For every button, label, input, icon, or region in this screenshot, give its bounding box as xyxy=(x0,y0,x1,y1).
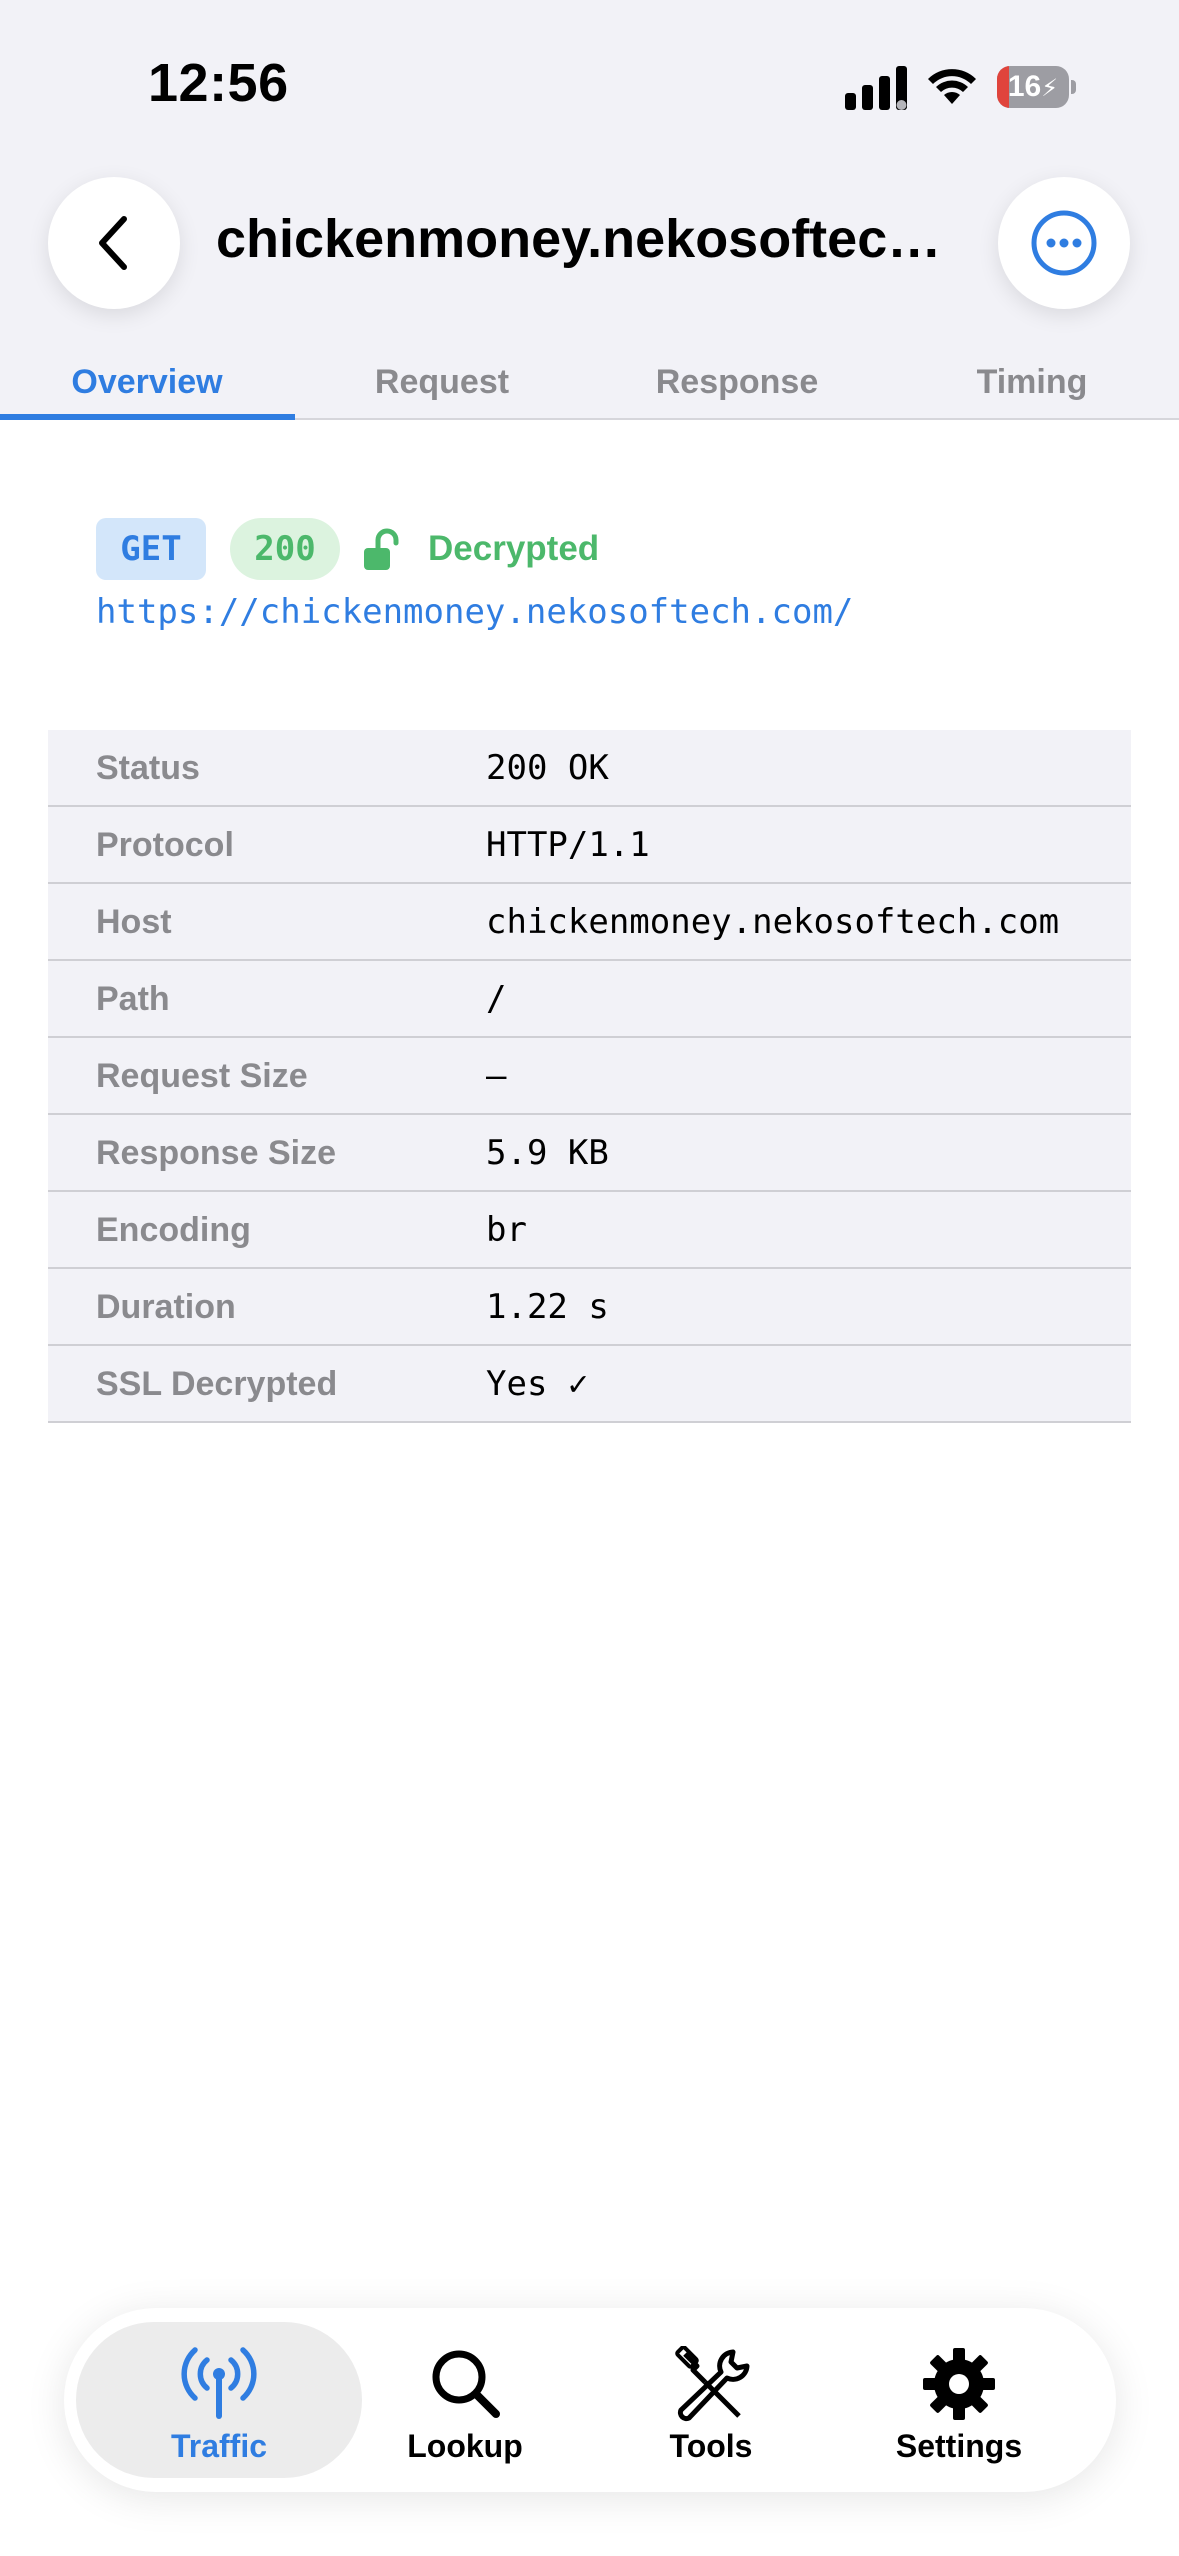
tools-icon xyxy=(675,2346,750,2422)
info-key: Response Size xyxy=(96,1134,336,1172)
tabbar-label: Settings xyxy=(895,2428,1023,2464)
search-icon xyxy=(432,2350,500,2418)
info-value: HTTP/1.1 xyxy=(486,825,650,865)
more-options-button[interactable] xyxy=(998,177,1130,309)
table-row: Host chickenmoney.nekosoftech.com xyxy=(48,884,1131,961)
tab-timing[interactable]: Timing xyxy=(885,340,1179,420)
info-key: Request Size xyxy=(96,1057,308,1095)
tabbar-item-settings[interactable]: Settings xyxy=(816,2322,1102,2478)
table-row: Duration 1.22 s xyxy=(48,1269,1131,1346)
table-row: Protocol HTTP/1.1 xyxy=(48,807,1131,884)
wifi-icon xyxy=(928,69,976,104)
status-code-badge: 200 xyxy=(230,518,340,580)
page-title: chickenmoney.nekosoftech.com xyxy=(216,209,966,269)
antenna-icon xyxy=(181,2347,257,2419)
info-value: 1.22 s xyxy=(486,1287,609,1327)
info-value: Yes ✓ xyxy=(486,1364,589,1404)
tabbar-item-lookup[interactable]: Lookup xyxy=(322,2322,608,2478)
info-key: Host xyxy=(96,903,172,941)
table-row: SSL Decrypted Yes ✓ xyxy=(48,1346,1131,1423)
status-time: 12:56 xyxy=(148,53,289,113)
request-url[interactable]: https://chickenmoney.nekosoftech.com/ xyxy=(96,592,853,632)
gear-icon xyxy=(923,2348,995,2420)
chevron-left-icon xyxy=(99,216,127,270)
info-key: Duration xyxy=(96,1288,236,1326)
bottom-tab-bar: Traffic Lookup Tools Settings xyxy=(64,2308,1116,2492)
info-value: 200 OK xyxy=(486,748,609,788)
tab-overview[interactable]: Overview xyxy=(0,340,294,420)
header-area: 12:56 16⚡ chickenmoney.nekosoftech.com O… xyxy=(0,0,1179,420)
tabbar-label: Traffic xyxy=(170,2428,268,2464)
ellipsis-circle-icon xyxy=(1031,210,1097,276)
info-value: — xyxy=(486,1056,507,1096)
method-badge: GET xyxy=(96,518,206,580)
info-key: Path xyxy=(96,980,170,1018)
info-value: chickenmoney.nekosoftech.com xyxy=(486,902,1060,942)
info-key: SSL Decrypted xyxy=(96,1365,338,1403)
unlocked-lock-icon xyxy=(364,528,399,570)
info-value: br xyxy=(486,1210,527,1250)
tabbar-item-traffic[interactable]: Traffic xyxy=(76,2322,362,2478)
cellular-signal-icon xyxy=(845,66,907,110)
table-row: Request Size — xyxy=(48,1038,1131,1115)
status-bar: 12:56 16⚡ xyxy=(0,0,1179,150)
table-row: Status 200 OK xyxy=(48,730,1131,807)
decrypted-label: Decrypted xyxy=(428,529,600,568)
battery-indicator: 16⚡ xyxy=(997,66,1077,108)
tabbar-label: Tools xyxy=(669,2428,753,2464)
detail-tabs: Overview Request Response Timing xyxy=(0,340,1179,420)
tab-response[interactable]: Response xyxy=(590,340,884,420)
info-table: Status 200 OK Protocol HTTP/1.1 Host chi… xyxy=(48,730,1131,1423)
tab-request[interactable]: Request xyxy=(295,340,589,420)
tabbar-label: Lookup xyxy=(407,2428,523,2464)
table-row: Path / xyxy=(48,961,1131,1038)
info-value: 5.9 KB xyxy=(486,1133,609,1173)
back-button[interactable] xyxy=(48,177,180,309)
tabbar-item-tools[interactable]: Tools xyxy=(568,2322,854,2478)
info-key: Protocol xyxy=(96,826,234,864)
battery-level-text: 16⚡ xyxy=(1007,70,1059,103)
info-value: / xyxy=(486,979,507,1019)
info-key: Status xyxy=(96,749,200,787)
active-tab-indicator xyxy=(0,414,295,420)
info-key: Encoding xyxy=(96,1211,251,1249)
table-row: Response Size 5.9 KB xyxy=(48,1115,1131,1192)
table-row: Encoding br xyxy=(48,1192,1131,1269)
